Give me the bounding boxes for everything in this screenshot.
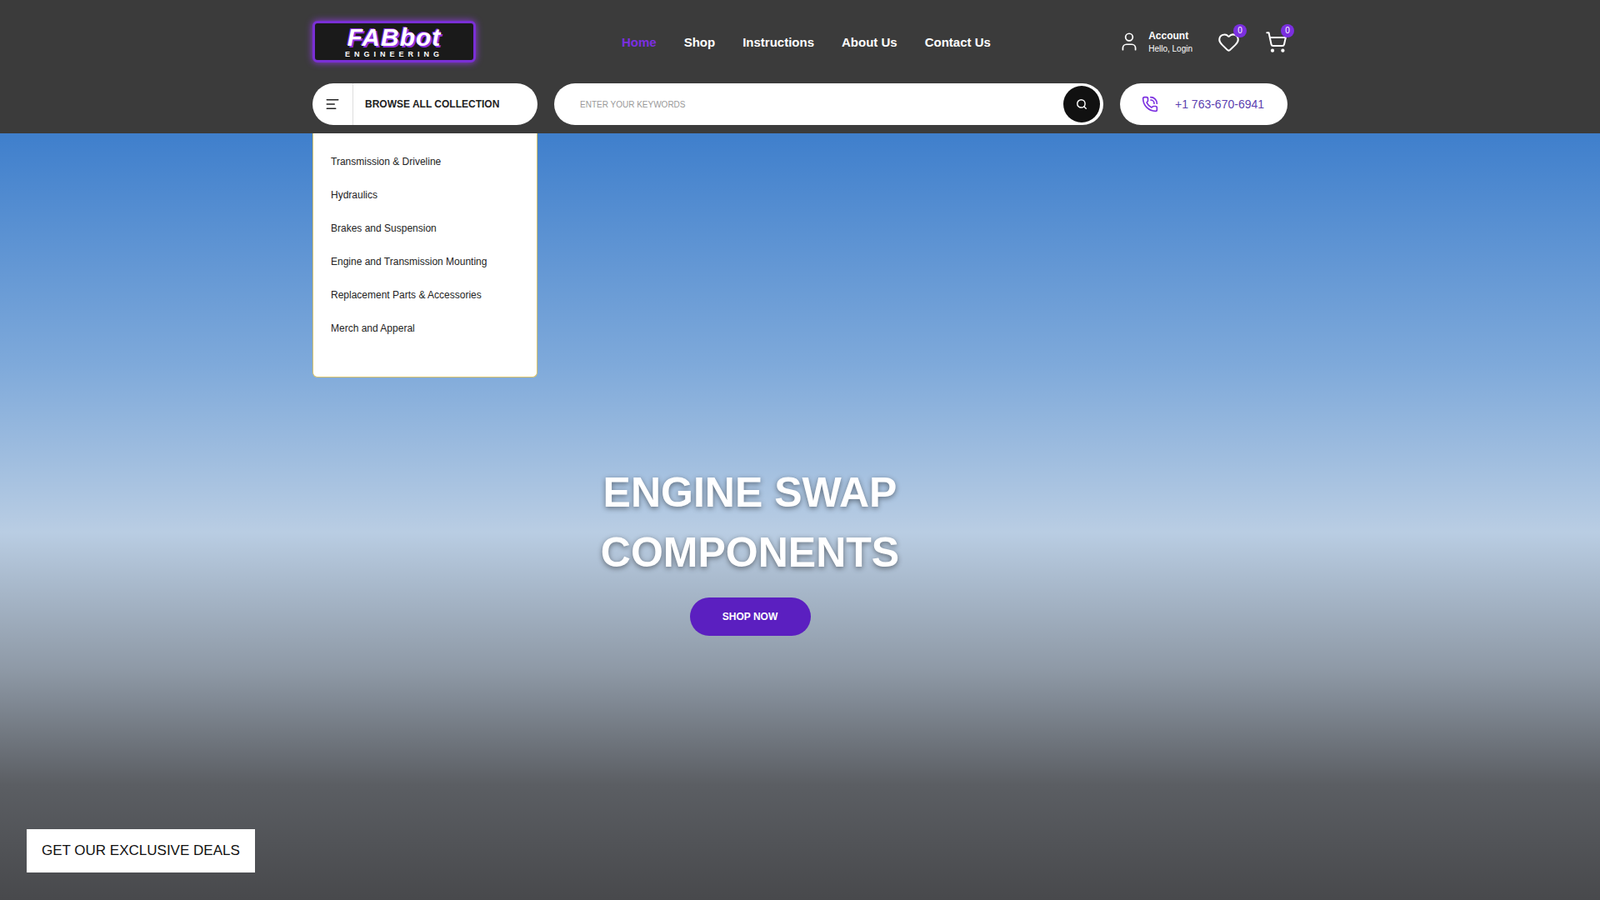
header-container: FABbotENGINEERING Home Shop Instructions Abo… [312,0,1288,125]
phone-link[interactable]: +1 763-670-6941 [1120,83,1288,125]
phone-icon [1141,95,1159,113]
category-item[interactable]: Engine and Transmission Mounting [313,245,537,279]
search-icon [1075,98,1088,110]
hero-title: ENGINE SWAP [603,462,898,523]
browse-button[interactable]: BROWSE ALL COLLECTION [312,83,538,125]
category-item[interactable]: Hydraulics [313,178,537,212]
account-link[interactable]: Account Hello, Login [1118,30,1193,54]
browse-wrap: BROWSE ALL COLLECTIONTransmission & Driv… [312,83,538,125]
nav-item[interactable]: Shop [684,35,716,50]
nav-item[interactable]: Home [621,35,657,50]
browse-label: BROWSE ALL COLLECTION [353,98,500,110]
search-button[interactable] [1063,85,1100,123]
logo[interactable]: FABbotENGINEERING [312,20,476,63]
search-box [554,83,1104,125]
menu-icon [325,96,340,112]
nav-item[interactable]: Instructions [742,35,815,50]
hero-title: COMPONENTS [600,522,900,583]
cart-badge: 0 [1280,24,1295,38]
category-item[interactable]: Merch and Apperal [313,311,537,345]
top-row: FABbotENGINEERING Home Shop Instructions Abo… [312,0,1288,84]
account-title: Account [1148,30,1193,42]
main-nav: Home Shop Instructions About Us Contact Us [621,35,991,50]
wishlist-badge: 0 [1233,24,1247,38]
category-item[interactable]: Replacement Parts & Accessories [313,278,537,312]
category-menu: Transmission & DrivelineHydraulicsBrakes… [312,133,538,378]
user-icon [1118,30,1140,53]
hero-banner: ENGINE SWAPCOMPONENTS SHOP NOW GET OUR EXC… [0,133,1600,900]
nav-item[interactable]: Contact Us [925,35,991,50]
bottom-row: BROWSE ALL COLLECTIONTransmission & Driv… [312,83,1288,125]
account-subtitle: Hello, Login [1148,44,1193,54]
search-input[interactable] [578,99,1064,110]
logo-subtitle: ENGINEERING [345,50,444,59]
nav-item[interactable]: About Us [841,35,898,50]
browse-icon-box [312,83,354,125]
wishlist-button[interactable]: 0 [1217,30,1240,54]
account-text: Account Hello, Login [1148,30,1193,54]
deals-button[interactable]: GET OUR EXCLUSIVE DEALS [26,829,255,873]
logo-text: FABbot [347,25,442,50]
cart-button[interactable]: 0 [1265,30,1288,54]
category-item[interactable]: Brakes and Suspension [313,211,537,245]
category-item[interactable]: Transmission & Driveline [313,145,537,179]
site-header: FABbotENGINEERING Home Shop Instructions Abo… [0,0,1600,134]
header-actions: Account Hello, Login 0 0 [1118,30,1288,54]
shop-now-button[interactable]: SHOP NOW [690,597,811,636]
phone-number: +1 763-670-6941 [1175,97,1265,111]
